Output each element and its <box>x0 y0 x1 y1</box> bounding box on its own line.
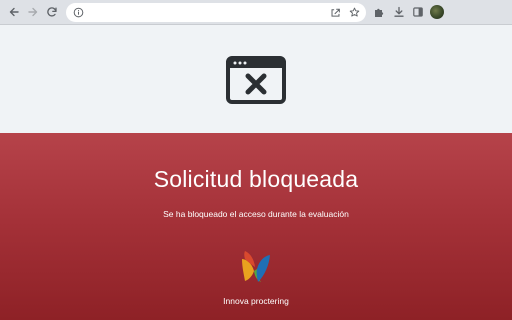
back-button[interactable] <box>6 4 22 20</box>
forward-button[interactable] <box>25 4 41 20</box>
browser-toolbar <box>0 0 512 25</box>
brand-name: Innova proctering <box>223 296 289 306</box>
info-icon[interactable] <box>72 6 85 19</box>
innova-logo-icon <box>242 251 270 282</box>
arrow-right-icon <box>28 7 38 17</box>
reload-icon <box>47 7 57 17</box>
puzzle-icon <box>375 8 384 17</box>
page-title: Solicitud bloqueada <box>153 166 359 192</box>
downloads-button[interactable] <box>392 5 406 19</box>
extensions-button[interactable] <box>372 5 386 19</box>
blocked-window-icon <box>226 56 286 104</box>
address-bar[interactable] <box>66 3 366 22</box>
share-icon[interactable] <box>329 6 342 19</box>
page-message: Se ha bloqueado el acceso durante la eva… <box>163 209 349 219</box>
avatar[interactable] <box>430 5 444 19</box>
arrow-left-icon <box>9 7 19 17</box>
message-band <box>0 133 512 320</box>
side-panel-icon <box>413 7 423 17</box>
star-icon[interactable] <box>348 6 361 19</box>
side-panel-button[interactable] <box>411 5 425 19</box>
download-icon <box>394 6 404 17</box>
reload-button[interactable] <box>44 4 60 20</box>
